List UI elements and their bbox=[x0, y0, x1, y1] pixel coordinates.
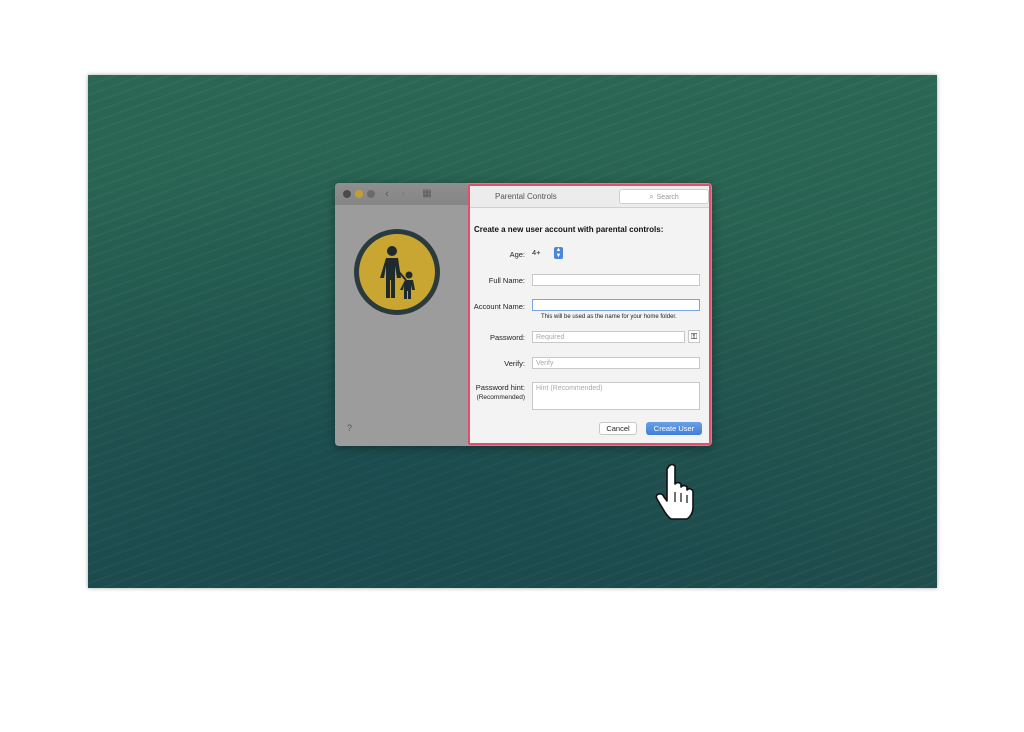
age-select-value[interactable]: 4+ bbox=[532, 248, 541, 257]
create-user-sheet: Parental Controls ⌕ Search Create a new u… bbox=[468, 184, 711, 445]
account-name-field[interactable] bbox=[532, 299, 700, 311]
create-user-button[interactable]: Create User bbox=[646, 422, 702, 435]
password-field[interactable]: Required bbox=[532, 331, 685, 343]
hand-pointer-icon bbox=[655, 462, 695, 520]
help-button[interactable]: ? bbox=[347, 423, 352, 433]
age-label: Age: bbox=[509, 250, 525, 259]
account-name-hint: This will be used as the name for your h… bbox=[541, 314, 677, 320]
password-hint-sublabel: (Recommended) bbox=[476, 394, 525, 401]
window-title: Parental Controls bbox=[495, 192, 557, 201]
back-arrow-icon[interactable]: ‹ bbox=[381, 187, 393, 201]
password-hint-field[interactable]: Hint (Recommended) bbox=[532, 382, 700, 410]
key-icon[interactable]: ⚿ bbox=[688, 330, 700, 343]
cancel-button[interactable]: Cancel bbox=[599, 422, 637, 435]
verify-field[interactable]: Verify bbox=[532, 357, 700, 369]
search-field[interactable]: ⌕ Search bbox=[619, 189, 709, 204]
form-heading: Create a new user account with parental … bbox=[474, 225, 664, 234]
sheet-titlebar: Parental Controls ⌕ Search bbox=[470, 186, 709, 208]
close-button[interactable] bbox=[343, 190, 351, 198]
verify-label: Verify: bbox=[504, 359, 525, 368]
age-stepper-icon[interactable]: ▲ ▼ bbox=[554, 247, 563, 259]
parental-controls-icon bbox=[354, 229, 440, 315]
full-name-field[interactable] bbox=[532, 274, 700, 286]
family-figures-icon bbox=[380, 246, 415, 299]
window-titlebar: ‹ › ▦ bbox=[335, 183, 468, 205]
search-placeholder: Search bbox=[656, 194, 679, 201]
show-all-grid-icon[interactable]: ▦ bbox=[417, 187, 437, 201]
full-name-label: Full Name: bbox=[488, 276, 525, 285]
password-label: Password: bbox=[489, 333, 525, 342]
left-pane: ? bbox=[335, 205, 468, 446]
minimize-button[interactable] bbox=[355, 190, 363, 198]
password-hint-label: Password hint: bbox=[475, 383, 525, 392]
account-name-label: Account Name: bbox=[473, 302, 525, 311]
search-icon: ⌕ bbox=[649, 192, 654, 201]
zoom-button[interactable] bbox=[367, 190, 375, 198]
forward-arrow-icon[interactable]: › bbox=[397, 187, 409, 201]
